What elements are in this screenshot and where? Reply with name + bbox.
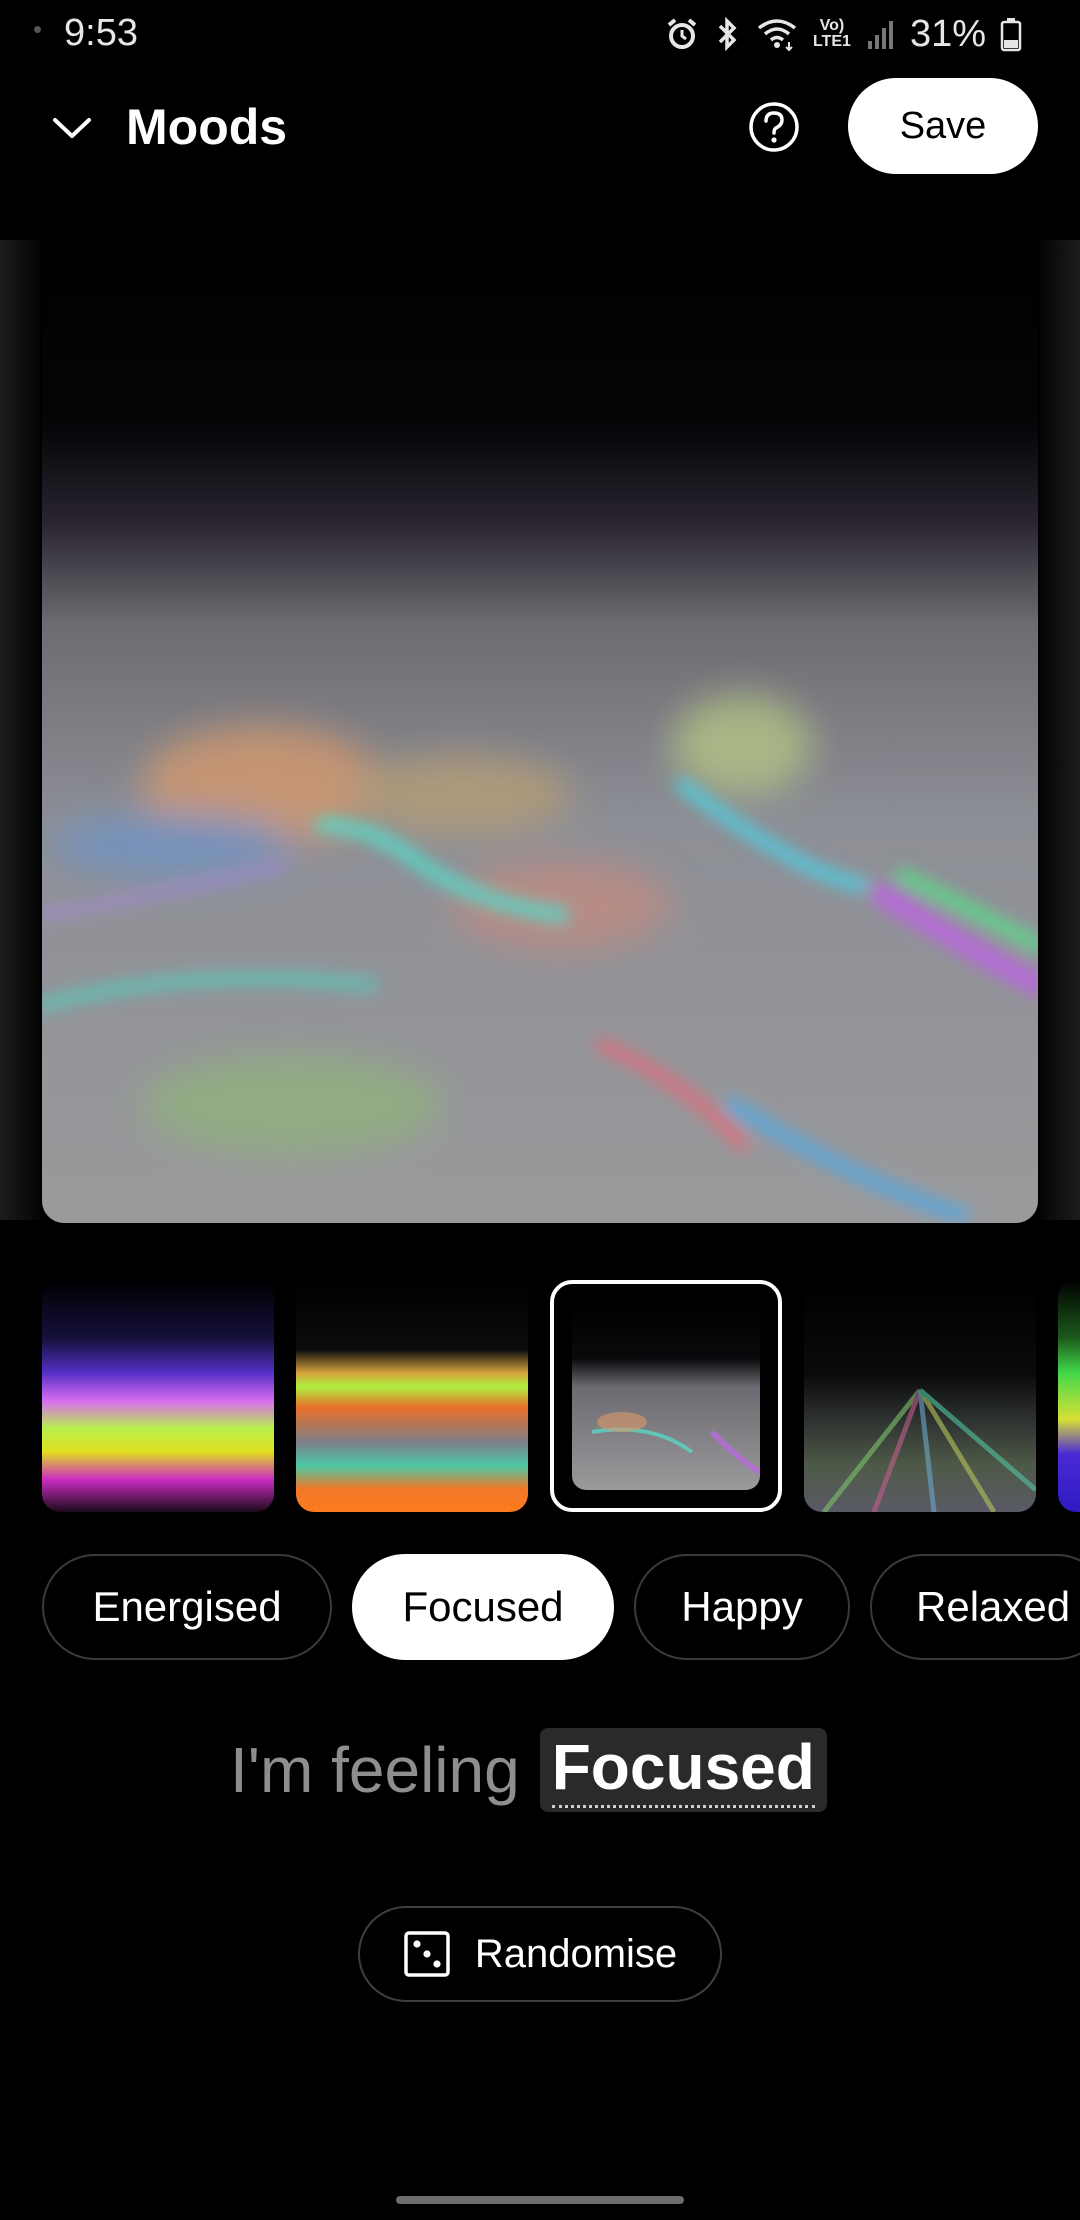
feeling-mood-selector[interactable]: Focused — [539, 1728, 827, 1812]
bluetooth-icon — [718, 16, 737, 52]
alarm-icon — [667, 18, 697, 49]
mood-chip-relaxed[interactable]: Relaxed — [870, 1554, 1080, 1660]
mood-chip-focused-selected[interactable]: Focused — [352, 1554, 614, 1660]
thumbnail-image — [572, 1302, 760, 1490]
mood-thumbnail-4[interactable] — [804, 1280, 1036, 1512]
mood-chip-energised[interactable]: Energised — [42, 1554, 332, 1660]
feeling-sentence: I'm feeling Focused — [230, 1724, 827, 1816]
status-icons: Vo) LTE1 31% — [664, 12, 1022, 56]
chevron-down-icon — [53, 118, 91, 138]
feeling-prefix: I'm feeling — [230, 1734, 520, 1806]
thumbnail-image — [42, 1280, 274, 1512]
dice-icon — [404, 1931, 450, 1977]
thumbnail-image-frame — [572, 1302, 760, 1490]
save-button[interactable]: Save — [848, 78, 1038, 174]
previous-preview-edge — [0, 240, 40, 1220]
mood-thumbnail-1[interactable] — [42, 1280, 274, 1512]
network-label: Vo) LTE1 — [812, 17, 851, 50]
mood-thumbnail-3-selected[interactable] — [550, 1280, 782, 1512]
notification-dot — [34, 26, 41, 33]
thumbnail-image — [804, 1280, 1036, 1512]
status-time: 9:53 — [64, 12, 138, 54]
volte-icon: Vo) LTE1 — [812, 18, 852, 50]
signal-icon — [867, 21, 893, 49]
status-bar: 9:53 Vo) LTE1 31% — [0, 0, 1080, 66]
help-circle-icon — [749, 102, 799, 152]
help-button[interactable] — [748, 101, 800, 153]
randomise-button[interactable]: Randomise — [358, 1906, 722, 2002]
mood-chip-happy[interactable]: Happy — [634, 1554, 850, 1660]
preview-image — [42, 225, 1038, 1223]
home-indicator[interactable] — [396, 2196, 684, 2204]
thumbnail-image — [1058, 1280, 1080, 1512]
mood-thumbnail-5[interactable] — [1058, 1280, 1080, 1512]
next-preview-edge — [1040, 240, 1080, 1220]
mood-thumbnail-2[interactable] — [296, 1280, 528, 1512]
feeling-mood-text: Focused — [551, 1731, 815, 1808]
collapse-button[interactable] — [46, 102, 98, 154]
wifi-icon — [757, 19, 797, 52]
battery-percent: 31% — [909, 12, 986, 55]
page-title: Moods — [126, 99, 288, 155]
thumbnail-image — [296, 1280, 528, 1512]
wallpaper-preview — [42, 225, 1038, 1223]
battery-icon — [1000, 18, 1022, 52]
randomise-label: Randomise — [474, 1931, 678, 1976]
